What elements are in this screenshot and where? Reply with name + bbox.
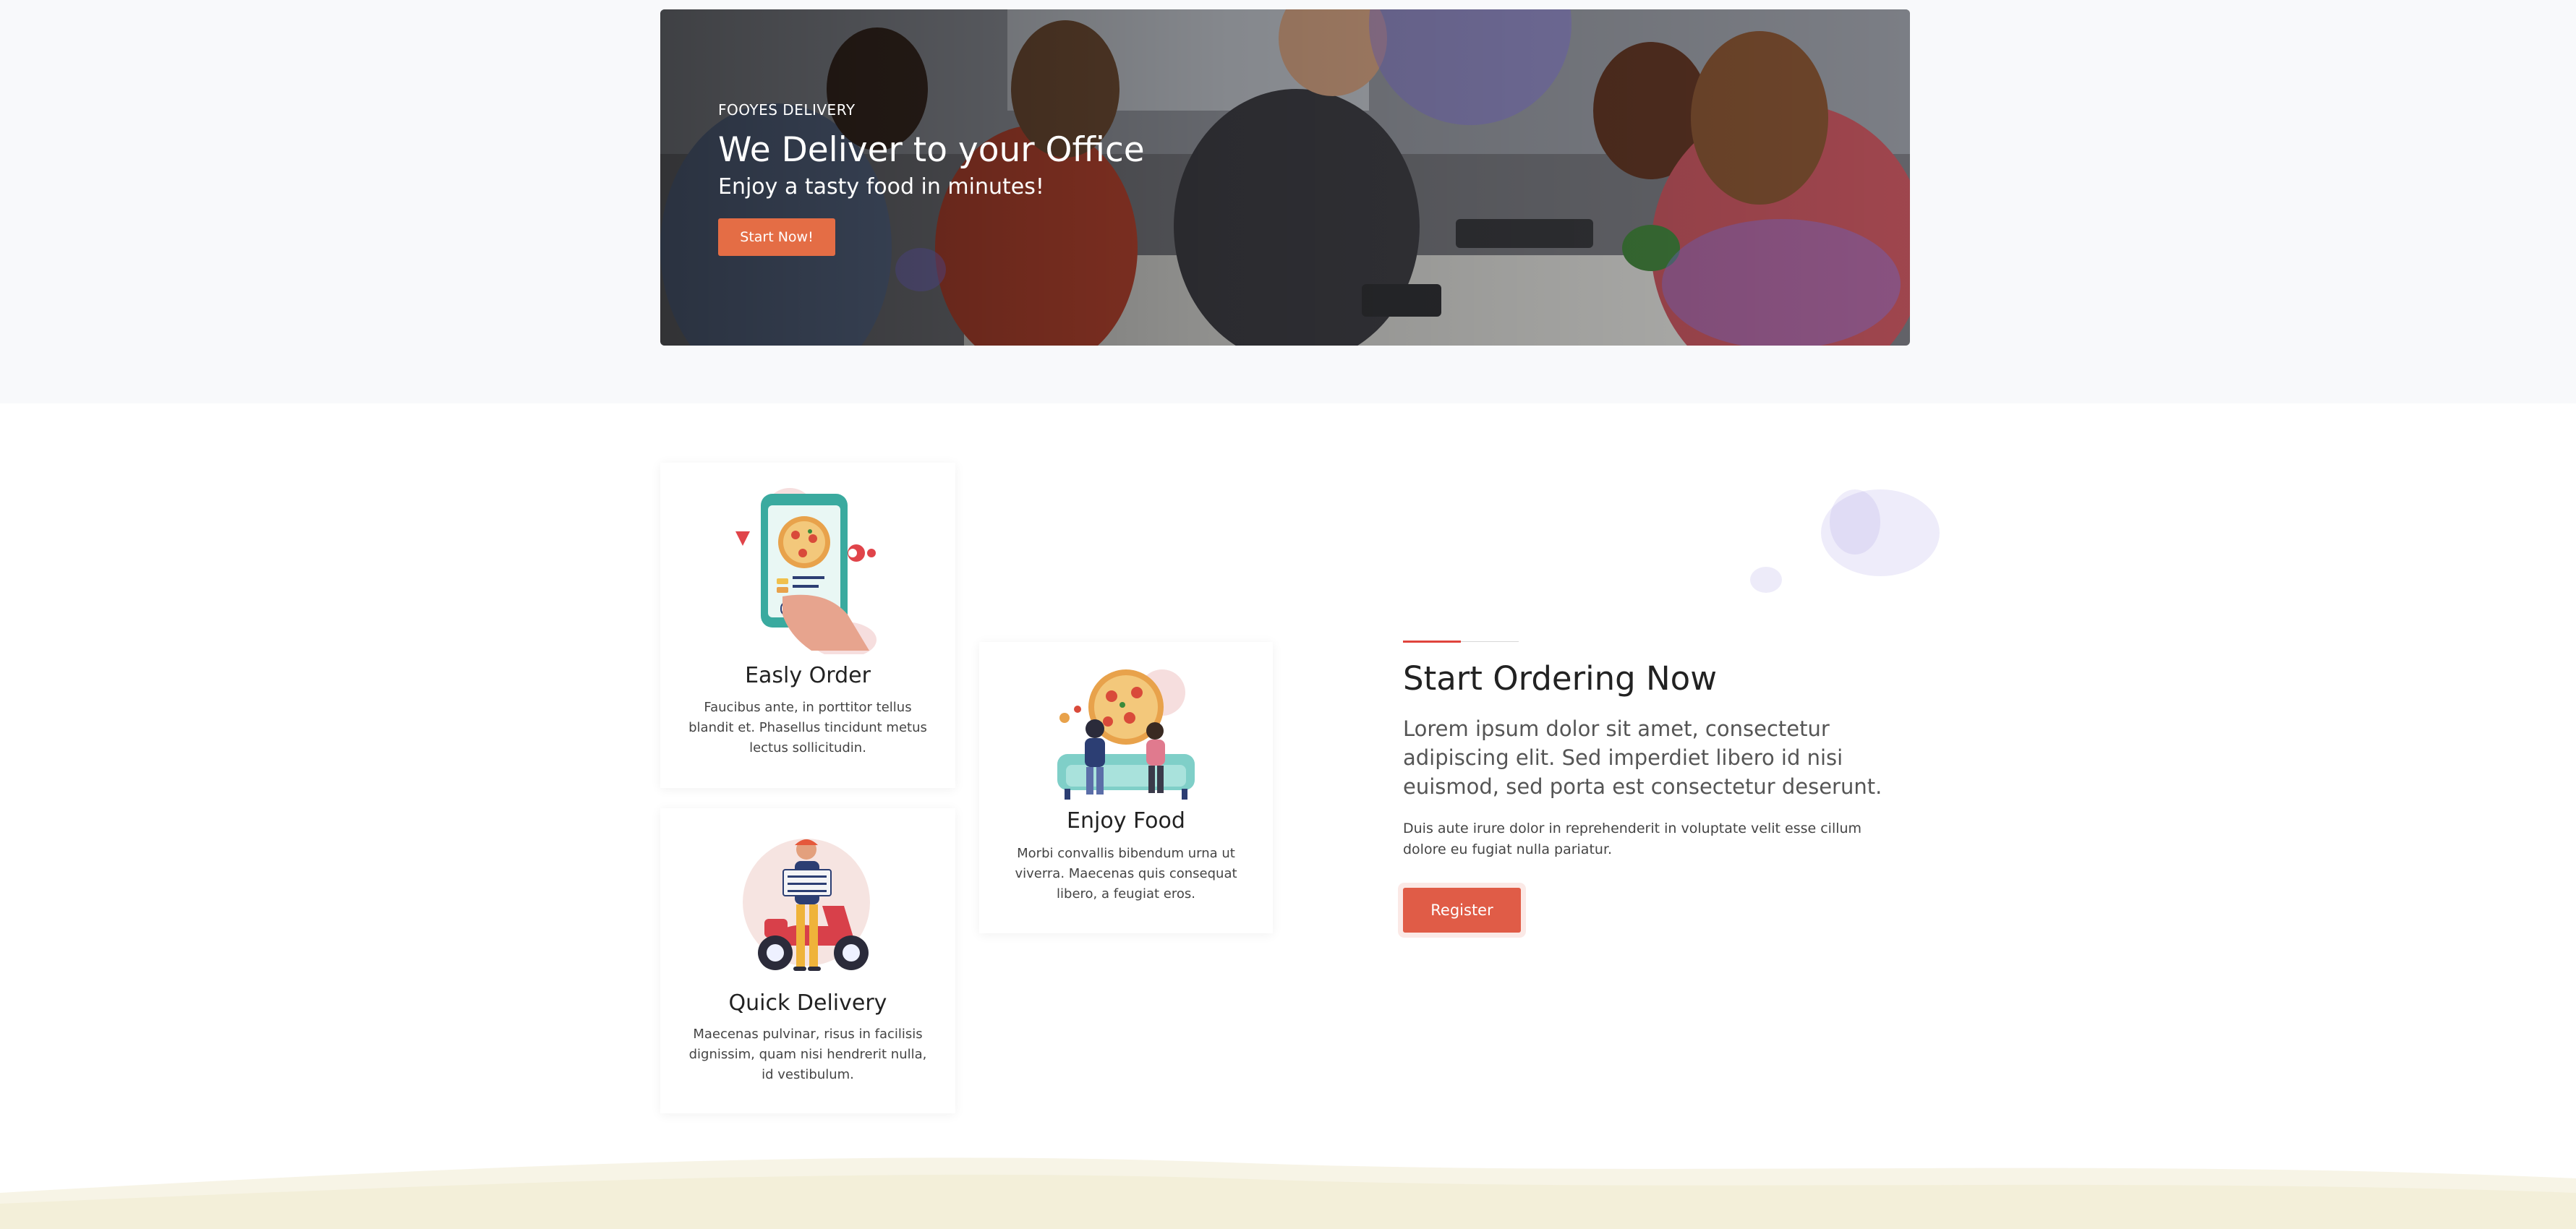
- feature-title: Enjoy Food: [1067, 808, 1185, 834]
- feature-description: Morbi convallis bibendum urna ut viverra…: [1015, 846, 1237, 902]
- hero-banner: FOOYES DELIVERY We Deliver to your Offic…: [660, 9, 1910, 346]
- section-divider-line: [1461, 641, 1519, 642]
- delivery-scooter-icon: [743, 839, 870, 971]
- phone-order-icon: ORDER: [735, 488, 877, 654]
- feature-title: Quick Delivery: [728, 990, 887, 1016]
- section-accent-line: [1403, 641, 1461, 643]
- feature-card-enjoy-food: Enjoy Food Morbi convallis bibendum urna…: [979, 642, 1273, 933]
- footer-wave: [0, 1157, 2576, 1229]
- feature-description: Maecenas pulvinar, risus in facilisis di…: [688, 1027, 927, 1082]
- hero-title: We Deliver to your Office: [718, 130, 1145, 170]
- couple-pizza-icon: [1057, 669, 1195, 800]
- start-now-button[interactable]: Start Now!: [718, 218, 835, 256]
- section-title: Start Ordering Now: [1403, 659, 1718, 698]
- feature-card-quick-delivery: Quick Delivery Maecenas pulvinar, risus …: [660, 808, 955, 1113]
- section-lead: Lorem ipsum dolor sit amet, consectetur …: [1403, 716, 1882, 799]
- hero-subtitle: Enjoy a tasty food in minutes!: [718, 174, 1044, 200]
- decorative-blob: [1750, 489, 1940, 593]
- section-body: Duis aute irure dolor in reprehenderit i…: [1403, 821, 1862, 857]
- feature-description: Faucibus ante, in porttitor tellus bland…: [688, 700, 927, 755]
- feature-card-easy-order: ORDER Easly Order Faucibus ante, in port…: [660, 463, 955, 788]
- feature-title: Easly Order: [745, 663, 871, 688]
- hero-kicker: FOOYES DELIVERY: [718, 101, 856, 119]
- register-button[interactable]: Register: [1403, 888, 1521, 933]
